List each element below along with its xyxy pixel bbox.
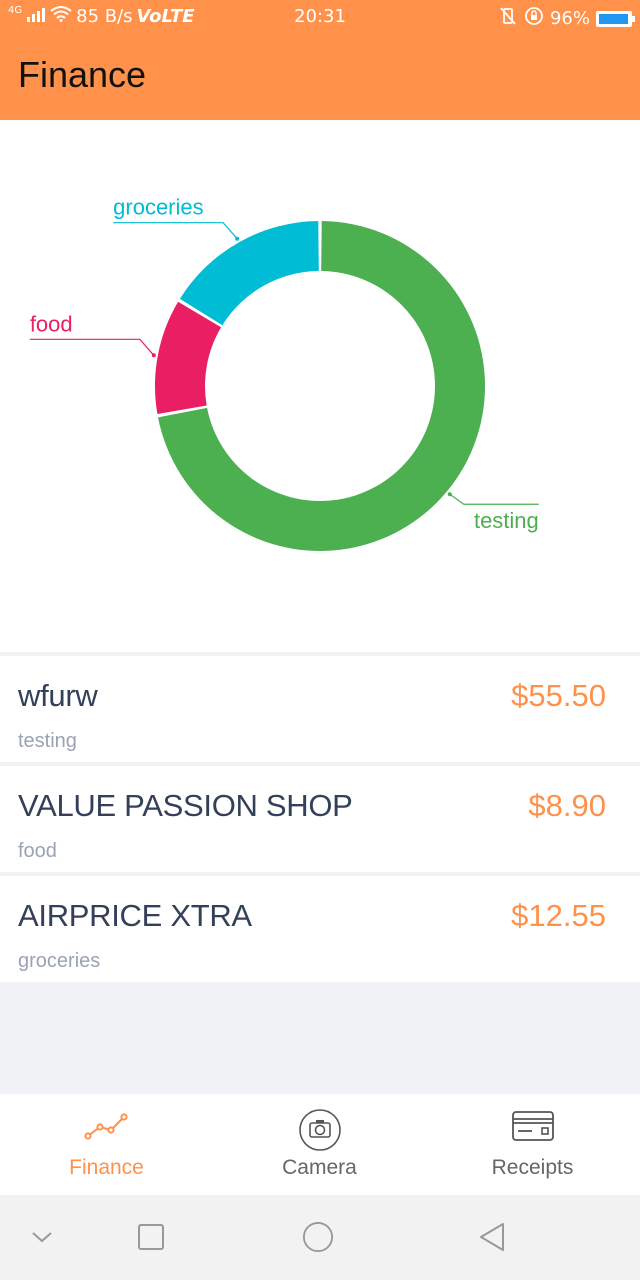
bottom-nav: Finance Camera Receipts [0,1094,640,1195]
slice-label-groceries: groceries [113,195,203,220]
transaction-amount: $55.50 [511,678,606,713]
page-title: Finance [18,54,147,95]
transaction-amount: $12.55 [511,898,606,933]
transaction-list: wfurw $55.50 testing VALUE PASSION SHOP … [0,656,640,986]
transaction-category: testing [18,730,77,752]
nav-label-camera: Camera [282,1156,357,1179]
slice-label-testing: testing [474,508,539,533]
transaction-row[interactable]: wfurw $55.50 testing [0,656,640,762]
app-bar: Finance [0,34,640,120]
trend-line-icon [0,1108,213,1148]
donut-slice-food[interactable] [155,301,222,414]
transaction-title: wfurw [18,678,98,713]
leader-line-food [29,338,155,356]
status-bar: 4G 85 B/s VoLTE 20:31 96% [0,0,640,34]
transaction-row[interactable]: VALUE PASSION SHOP $8.90 food [0,766,640,872]
status-right: 96% [498,6,635,31]
transaction-category: groceries [18,950,101,972]
transaction-category: food [18,840,57,862]
leader-line-groceries [113,222,238,240]
camera-icon [213,1108,426,1151]
transaction-row[interactable]: AIRPRICE XTRA $12.55 groceries [0,876,640,982]
home-icon[interactable] [302,1221,334,1253]
donut-chart[interactable]: testing food groceries [0,120,640,652]
leader-line-testing [449,493,539,505]
battery-percent: 96% [549,8,590,29]
chart-card: testing food groceries [0,120,640,652]
back-icon[interactable] [476,1221,508,1253]
nav-item-finance[interactable]: Finance [0,1094,213,1195]
battery-level [599,13,628,24]
chevron-down-icon[interactable] [26,1221,58,1253]
donut-slice-groceries[interactable] [179,221,319,326]
nav-item-receipts[interactable]: Receipts [426,1094,639,1195]
recents-icon[interactable] [135,1221,167,1253]
nav-label-finance: Finance [69,1156,144,1179]
nav-item-camera[interactable]: Camera [213,1094,426,1195]
battery-icon [596,10,635,27]
transaction-amount: $8.90 [528,788,606,823]
rotation-lock-icon [524,6,544,31]
transaction-title: AIRPRICE XTRA [18,898,252,933]
nav-label-receipts: Receipts [491,1156,574,1179]
system-nav-bar [0,1195,640,1280]
transaction-title: VALUE PASSION SHOP [18,788,353,823]
slice-label-food: food [30,311,73,336]
vibrate-off-icon [498,6,518,31]
card-icon [426,1108,639,1148]
